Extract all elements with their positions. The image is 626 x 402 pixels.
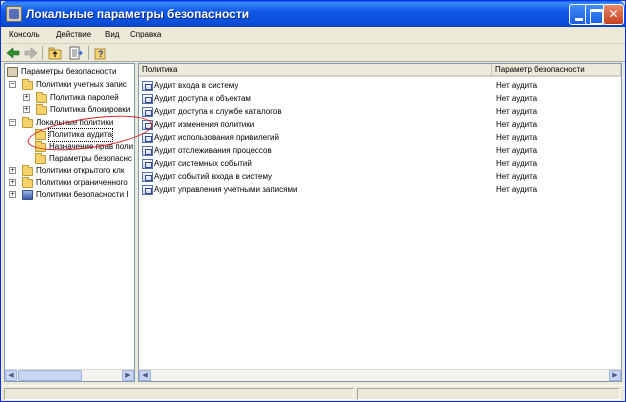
help-icon[interactable]: ? <box>94 46 108 60</box>
policy-name: Аудит событий входа в систему <box>154 172 273 181</box>
policy-setting: Нет аудита <box>496 133 538 142</box>
status-cell <box>357 388 620 400</box>
folder-icon <box>22 177 33 188</box>
close-button[interactable]: ✕ <box>603 4 624 25</box>
policy-name: Аудит системных событий <box>154 159 252 168</box>
toolbar: ? <box>1 44 625 62</box>
up-folder-icon[interactable] <box>48 46 62 60</box>
scroll-left-button[interactable]: ◀ <box>139 370 151 381</box>
ip-security-icon <box>22 190 33 200</box>
policy-setting: Нет аудита <box>496 94 538 103</box>
policy-setting: Нет аудита <box>496 185 538 194</box>
list-pane[interactable]: Политика Параметр безопасности Аудит вхо… <box>138 63 622 382</box>
expand-icon[interactable]: + <box>9 179 16 186</box>
policy-name: Аудит изменения политики <box>154 120 255 129</box>
policy-setting: Нет аудита <box>496 159 538 168</box>
toolbar-separator <box>88 46 89 60</box>
policy-setting: Нет аудита <box>496 81 538 90</box>
app-icon <box>6 6 22 22</box>
policy-setting: Нет аудита <box>496 107 538 116</box>
policy-name: Аудит входа в систему <box>154 81 239 90</box>
policy-icon <box>142 81 153 91</box>
folder-icon <box>36 104 47 115</box>
security-settings-icon <box>7 67 18 77</box>
status-bar <box>1 385 625 401</box>
scroll-right-button[interactable]: ▶ <box>609 370 621 381</box>
folder-icon <box>35 153 46 164</box>
menu-bar: Консоль Действие Вид Справка <box>1 27 625 44</box>
back-icon[interactable] <box>6 46 20 60</box>
scroll-left-button[interactable]: ◀ <box>5 370 17 381</box>
table-row[interactable]: Аудит отслеживания процессов Нет аудита <box>139 144 621 157</box>
status-cell <box>4 388 354 400</box>
policy-icon <box>142 133 153 143</box>
table-row[interactable]: Аудит событий входа в систему Нет аудита <box>139 170 621 183</box>
column-header-policy[interactable]: Политика <box>139 64 492 77</box>
folder-icon <box>22 165 33 176</box>
expand-icon[interactable]: + <box>9 191 16 198</box>
menu-help[interactable]: Справка <box>130 30 161 39</box>
policy-setting: Нет аудита <box>496 146 538 155</box>
policy-name: Аудит отслеживания процессов <box>154 146 272 155</box>
tree-horizontal-scrollbar[interactable]: ◀ ▶ <box>5 369 134 381</box>
toolbar-separator <box>42 46 43 60</box>
policy-setting: Нет аудита <box>496 120 538 129</box>
folder-icon <box>36 92 47 103</box>
menu-console[interactable]: Консоль <box>9 30 40 39</box>
table-row[interactable]: Аудит изменения политики Нет аудита <box>139 118 621 131</box>
policy-icon <box>142 159 153 169</box>
policy-name: Аудит доступа к объектам <box>154 94 251 103</box>
policy-name: Аудит управления учетными записями <box>154 185 298 194</box>
collapse-icon[interactable]: − <box>9 81 16 88</box>
table-row[interactable]: Аудит системных событий Нет аудита <box>139 157 621 170</box>
column-header-setting[interactable]: Параметр безопасности <box>492 64 621 77</box>
window-title: Локальные параметры безопасности <box>26 7 250 21</box>
forward-icon[interactable] <box>24 46 38 60</box>
app-window: Локальные параметры безопасности ✕ Консо… <box>0 0 626 402</box>
title-bar[interactable]: Локальные параметры безопасности ✕ <box>1 1 625 27</box>
folder-icon <box>22 79 33 90</box>
table-row[interactable]: Аудит входа в систему Нет аудита <box>139 79 621 92</box>
table-row[interactable]: Аудит использования привилегий Нет аудита <box>139 131 621 144</box>
policy-name: Аудит использования привилегий <box>154 133 279 142</box>
scroll-thumb[interactable] <box>18 370 82 381</box>
policy-icon <box>142 185 153 195</box>
policy-icon <box>142 94 153 104</box>
table-row[interactable]: Аудит доступа к объектам Нет аудита <box>139 92 621 105</box>
expand-icon[interactable]: + <box>23 106 30 113</box>
policy-icon <box>142 172 153 182</box>
tree-pane[interactable]: Параметры безопасности − Политики учетны… <box>4 63 135 382</box>
export-list-icon[interactable] <box>69 46 83 60</box>
svg-text:?: ? <box>98 49 104 59</box>
expand-icon[interactable]: + <box>23 94 30 101</box>
expand-icon[interactable]: + <box>9 167 16 174</box>
policy-icon <box>142 146 153 156</box>
menu-view[interactable]: Вид <box>105 30 119 39</box>
folder-icon <box>22 117 33 128</box>
table-row[interactable]: Аудит управления учетными записями Нет ау… <box>139 183 621 196</box>
scroll-right-button[interactable]: ▶ <box>122 370 134 381</box>
policy-setting: Нет аудита <box>496 172 538 181</box>
policy-name: Аудит доступа к службе каталогов <box>154 107 282 116</box>
list-horizontal-scrollbar[interactable]: ◀ ▶ <box>139 369 621 381</box>
collapse-icon[interactable]: − <box>9 119 16 126</box>
menu-action[interactable]: Действие <box>56 30 91 39</box>
table-row[interactable]: Аудит доступа к службе каталогов Нет ауди… <box>139 105 621 118</box>
policy-icon <box>142 107 153 117</box>
